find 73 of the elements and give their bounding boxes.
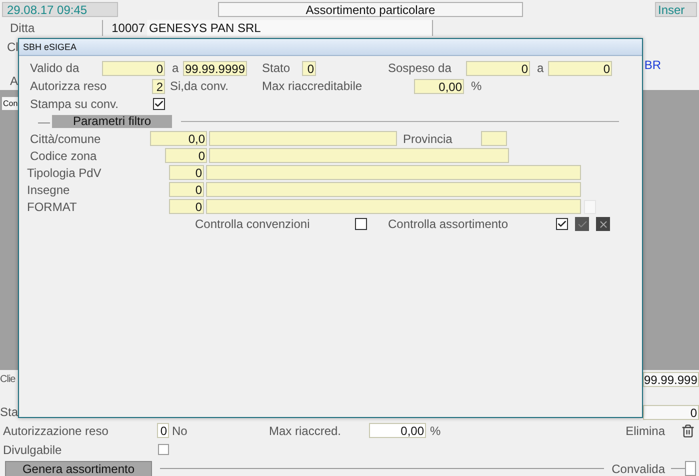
confirm-button[interactable] — [575, 217, 589, 231]
field-label: Provincia — [403, 130, 454, 148]
field-label: % — [470, 78, 482, 95]
field-label: Codice zona — [30, 148, 98, 164]
credit-field[interactable]: 0,00 — [414, 78, 464, 94]
close-icon — [598, 218, 608, 230]
section-dash: — — [37, 114, 51, 130]
checkbox[interactable] — [153, 98, 165, 110]
checkbox[interactable] — [158, 444, 169, 455]
field-label: FORMAT — [27, 198, 78, 216]
trash-icon[interactable] — [681, 424, 695, 438]
code-field[interactable]: 0 — [169, 165, 204, 180]
field-label: Autorizzazione reso — [3, 422, 110, 440]
description-field[interactable] — [209, 131, 397, 146]
field-label: % — [429, 422, 441, 440]
field-label: A — [9, 73, 18, 90]
status-field[interactable]: 0 — [302, 60, 316, 76]
field-label: Max riaccred. — [269, 422, 342, 440]
suspended-to-field[interactable]: 0 — [548, 60, 612, 76]
generate-button[interactable]: Genera assortimento — [5, 460, 152, 476]
date-field[interactable]: 99.99.999 — [643, 372, 699, 386]
field-label: Sospeso da — [388, 60, 452, 77]
credit-field[interactable]: 0,00 — [369, 423, 426, 438]
province-field[interactable] — [481, 131, 507, 146]
description-field[interactable] — [206, 182, 581, 197]
date-to-field[interactable]: 99.99.9999 — [183, 60, 247, 76]
company-code: 10007 — [102, 20, 146, 36]
suspended-from-field[interactable]: 0 — [466, 60, 530, 76]
description-field[interactable] — [206, 199, 581, 214]
window-title: Assortimento particolare — [218, 2, 523, 17]
link[interactable]: BR — [644, 56, 661, 74]
field-label: a — [171, 60, 180, 77]
description-field[interactable] — [206, 165, 581, 180]
field-label: Controlla convenzioni — [195, 216, 311, 233]
field-label: Città/comune — [30, 130, 102, 148]
date-from-field[interactable]: 0 — [102, 60, 165, 76]
company-name: GENESYS PAN SRL — [147, 20, 433, 36]
field-label: Clie — [0, 372, 16, 386]
code-field[interactable]: 0,0 — [150, 131, 207, 146]
code-field[interactable]: 0 — [169, 199, 204, 214]
field-label: Controlla assortimento — [388, 216, 510, 233]
field-label: Ditta — [9, 20, 36, 36]
mode-indicator: Inser — [655, 2, 697, 17]
close-button[interactable] — [596, 217, 610, 231]
code-field[interactable]: 0 — [169, 182, 204, 197]
field-label: Divulgabile — [3, 442, 63, 458]
checkbox[interactable] — [355, 218, 367, 230]
field-label: Valido da — [30, 60, 80, 77]
checkbox[interactable] — [685, 461, 696, 476]
field-label: Autorizza reso — [30, 78, 108, 95]
return-code-field[interactable]: 2 — [152, 78, 165, 94]
field-label: Sta — [0, 404, 18, 421]
confirm-label: Convalida — [612, 460, 665, 476]
field-label: Si,da conv. — [169, 78, 230, 95]
field-label: Insegne — [27, 182, 71, 198]
checkbox[interactable] — [556, 218, 568, 230]
field-label: Stampa su conv. — [30, 96, 120, 113]
field-label: a — [536, 60, 545, 77]
field-label: Max riaccreditabile — [262, 78, 364, 95]
datetime-field: 29.08.17 09:45 — [2, 2, 118, 17]
section-header: Parametri filtro — [52, 115, 172, 128]
field-label: Tipologia PdV — [27, 164, 102, 182]
check-icon — [576, 218, 588, 230]
code-field[interactable]: 0 — [165, 148, 207, 163]
return-code-field[interactable]: 0 — [157, 423, 169, 438]
field-label: Stato — [262, 60, 292, 77]
tab[interactable]: Con — [2, 97, 19, 110]
delete-label: Elimina — [626, 422, 665, 440]
field-label: Cl — [6, 39, 18, 56]
description-field[interactable] — [209, 148, 509, 163]
dialog-title: SBH eSIGEA — [19, 39, 642, 56]
status-field[interactable]: 0 — [643, 404, 699, 420]
field-label: No — [171, 422, 188, 440]
